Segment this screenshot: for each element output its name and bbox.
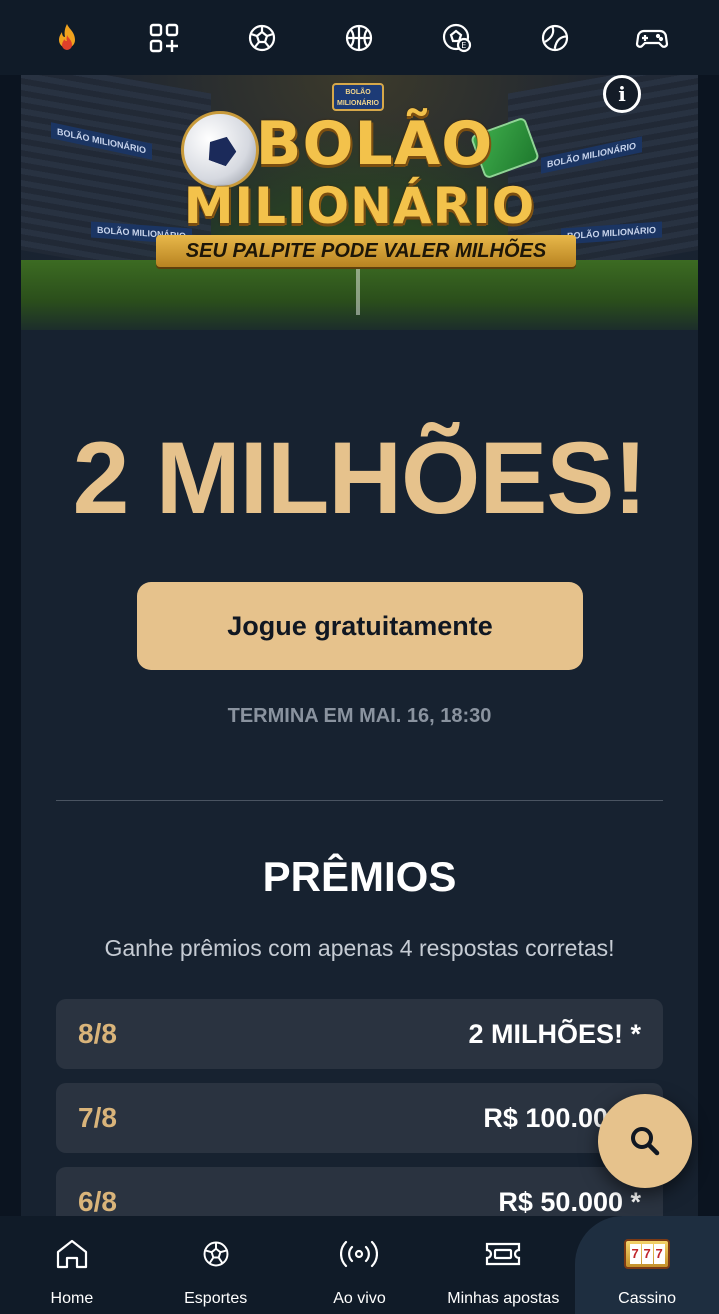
bottom-nav-label: Home bbox=[50, 1290, 94, 1307]
end-date-text: TERMINA EM MAI. 16, 18:30 bbox=[227, 705, 492, 727]
grid-plus-icon[interactable] bbox=[144, 18, 184, 58]
search-icon bbox=[631, 1127, 660, 1156]
promo-content: BOLÃO MILIONÁRIO BOLÃO MILIONÁRIO BOLÃO … bbox=[21, 75, 698, 1216]
fire-icon[interactable] bbox=[47, 18, 87, 58]
bottom-nav-minhas-apostas[interactable]: Minhas apostas bbox=[431, 1216, 575, 1314]
bottom-nav-esportes[interactable]: Esportes bbox=[144, 1216, 288, 1314]
bottom-nav-label: Ao vivo bbox=[333, 1290, 386, 1307]
bottom-nav-home[interactable]: Home bbox=[0, 1216, 144, 1314]
prize-row: 8/8 2 MILHÕES! * bbox=[56, 999, 663, 1069]
search-button[interactable] bbox=[598, 1094, 692, 1188]
bottom-nav-label: Cassino bbox=[618, 1290, 676, 1307]
bottom-nav: Home Esportes Ao vivo Minhas apostas 777… bbox=[0, 1216, 719, 1314]
gamepad-icon[interactable] bbox=[632, 18, 672, 58]
prize-amount: R$ 50.000 * bbox=[498, 1186, 641, 1217]
basketball-icon[interactable] bbox=[339, 18, 379, 58]
small-logo-line2: MILIONÁRIO bbox=[337, 100, 379, 107]
banner-title-line2: MILIONÁRIO bbox=[183, 177, 536, 235]
prize-hits: 7/8 bbox=[78, 1102, 117, 1133]
top-sports-nav: E bbox=[0, 0, 719, 75]
slot-machine-icon: 777 bbox=[624, 1234, 671, 1274]
info-icon[interactable]: i bbox=[603, 75, 641, 113]
prize-hits: 8/8 bbox=[78, 1018, 117, 1049]
bottom-nav-ao-vivo[interactable]: Ao vivo bbox=[288, 1216, 432, 1314]
ticket-icon bbox=[484, 1234, 522, 1274]
banner-title-line1: BOLÃO bbox=[255, 109, 494, 179]
bottom-nav-cassino[interactable]: 777 Cassino bbox=[575, 1216, 719, 1314]
prizes-subtitle: Ganhe prêmios com apenas 4 respostas cor… bbox=[104, 935, 615, 961]
divider bbox=[56, 800, 663, 801]
tennis-ball-icon[interactable] bbox=[535, 18, 575, 58]
svg-text:E: E bbox=[461, 41, 466, 50]
live-broadcast-icon bbox=[340, 1234, 379, 1274]
small-logo: BOLÃO MILIONÁRIO bbox=[332, 83, 384, 111]
prize-row: 7/8 R$ 100.000 * bbox=[56, 1083, 663, 1153]
prize-row: 6/8 R$ 50.000 * bbox=[56, 1167, 663, 1216]
banner-tagline: SEU PALPITE PODE VALER MILHÕES bbox=[156, 235, 576, 267]
play-free-button[interactable]: Jogue gratuitamente bbox=[137, 582, 583, 670]
pitch-line bbox=[356, 265, 360, 315]
soccer-ball-icon[interactable] bbox=[242, 18, 282, 58]
esports-ball-icon[interactable]: E bbox=[437, 18, 477, 58]
promo-banner: BOLÃO MILIONÁRIO BOLÃO MILIONÁRIO BOLÃO … bbox=[21, 75, 698, 330]
headline: 2 MILHÕES! bbox=[72, 421, 648, 535]
prizes-title: PRÊMIOS bbox=[262, 853, 457, 900]
home-icon bbox=[55, 1234, 89, 1274]
bottom-nav-label: Minhas apostas bbox=[447, 1290, 560, 1307]
prize-hits: 6/8 bbox=[78, 1186, 117, 1216]
soccer-ball-icon bbox=[201, 1234, 231, 1274]
small-logo-line1: BOLÃO bbox=[345, 89, 371, 96]
prize-amount: 2 MILHÕES! * bbox=[468, 1018, 641, 1049]
bottom-nav-label: Esportes bbox=[184, 1290, 248, 1307]
